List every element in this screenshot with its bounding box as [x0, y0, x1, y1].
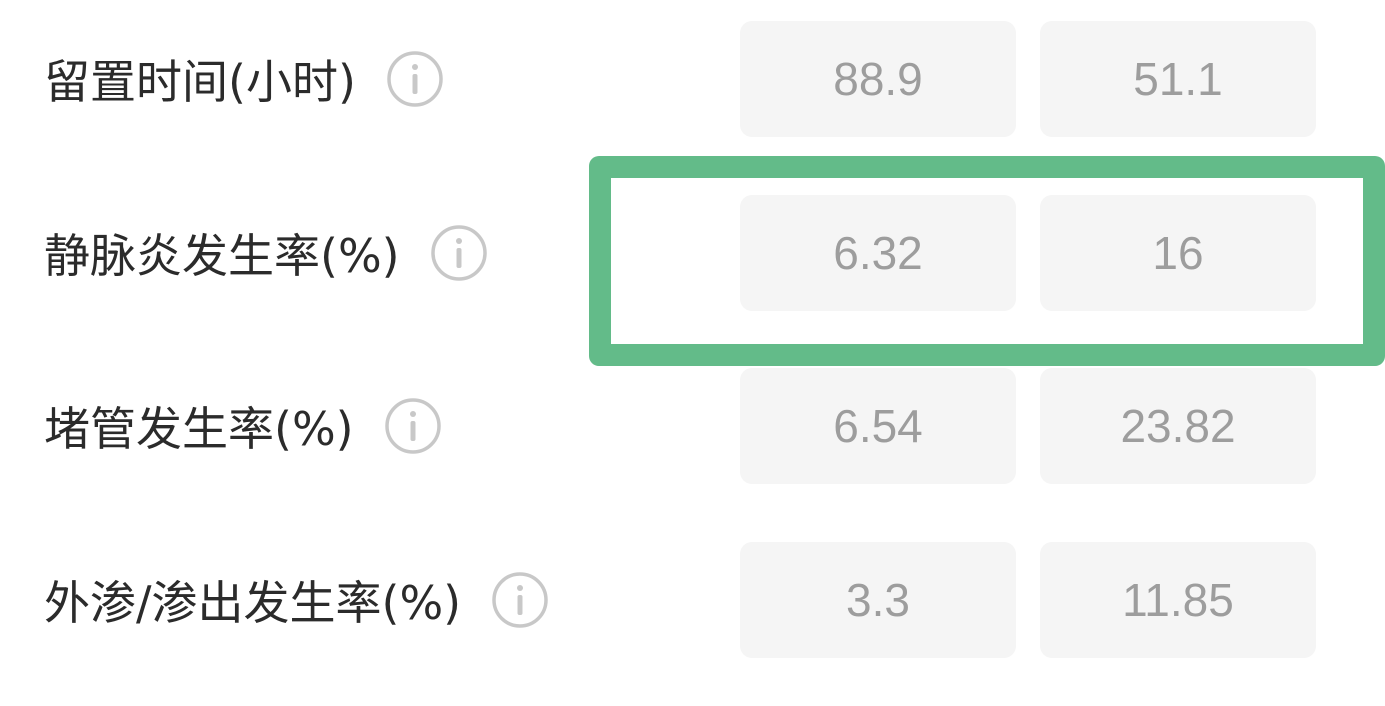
value-cell-a: 6.54	[740, 368, 1016, 484]
metric-label: 静脉炎发生率(%)	[44, 229, 400, 283]
value-cell-b: 16	[1040, 195, 1316, 311]
info-icon[interactable]	[430, 224, 488, 282]
info-icon[interactable]	[491, 571, 549, 629]
value-cell-a: 3.3	[740, 542, 1016, 658]
metric-label-wrapper: 留置时间(小时)	[44, 21, 444, 137]
value-cell-b: 11.85	[1040, 542, 1316, 658]
value-cell-b: 51.1	[1040, 21, 1316, 137]
value-cell-a: 6.32	[740, 195, 1016, 311]
metric-label-wrapper: 堵管发生率(%)	[44, 368, 442, 484]
metric-label: 外渗/渗出发生率(%)	[44, 576, 462, 630]
metric-row-phlebitis-rate: 静脉炎发生率(%) 6.32 16	[0, 195, 1385, 311]
metric-label-wrapper: 外渗/渗出发生率(%)	[44, 542, 549, 658]
info-icon[interactable]	[386, 50, 444, 108]
metric-row-occlusion-rate: 堵管发生率(%) 6.54 23.82	[0, 368, 1385, 484]
value-cell-a: 88.9	[740, 21, 1016, 137]
metric-label: 堵管发生率(%)	[44, 402, 354, 456]
info-icon[interactable]	[384, 397, 442, 455]
metric-row-retention-time: 留置时间(小时) 88.9 51.1	[0, 21, 1385, 137]
metric-label-wrapper: 静脉炎发生率(%)	[44, 195, 488, 311]
metric-row-extravasation-rate: 外渗/渗出发生率(%) 3.3 11.85	[0, 542, 1385, 658]
value-cell-b: 23.82	[1040, 368, 1316, 484]
metric-label: 留置时间(小时)	[44, 55, 356, 109]
